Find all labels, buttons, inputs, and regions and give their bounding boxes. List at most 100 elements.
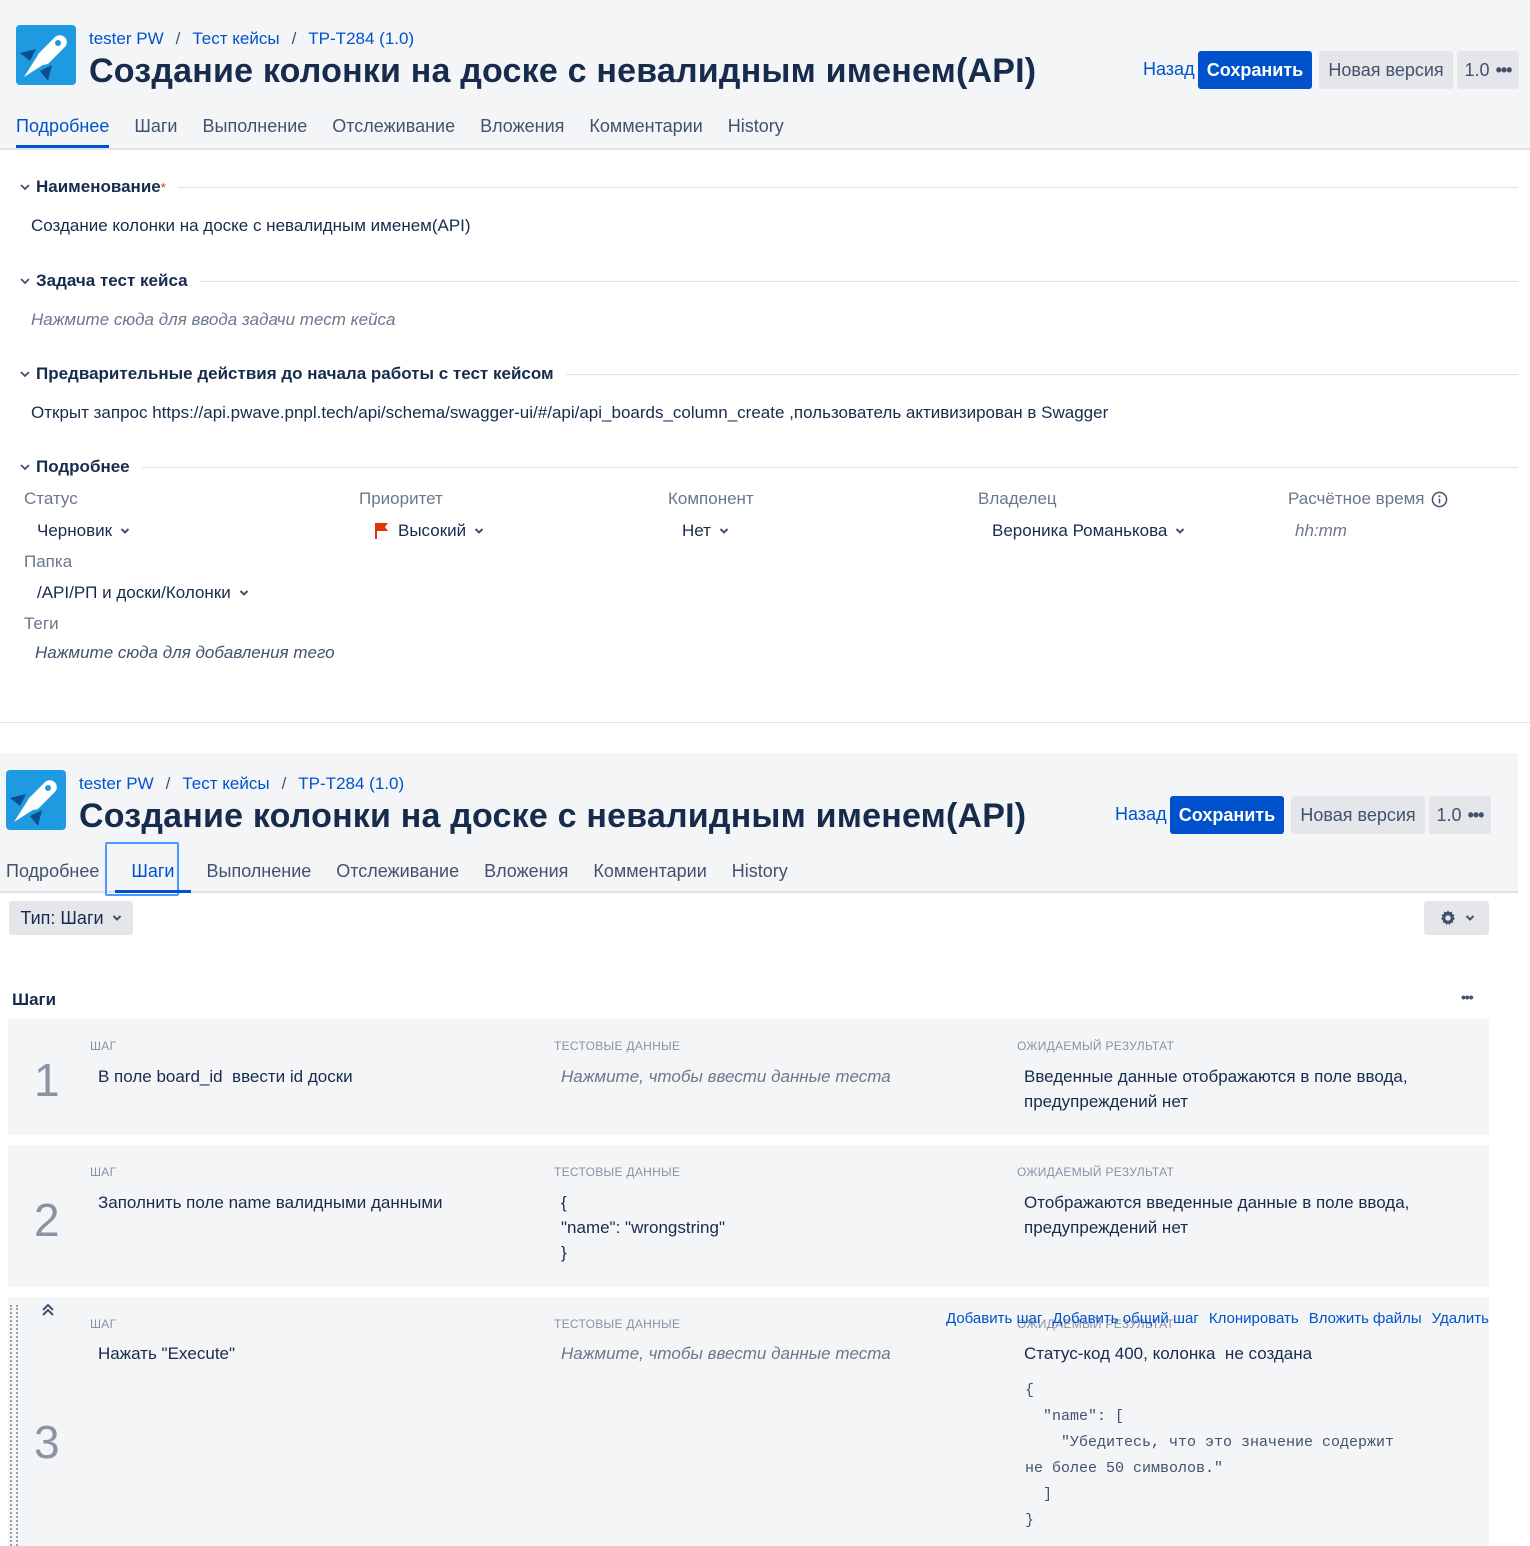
section-name-header[interactable]: Наименование *	[20, 177, 1518, 197]
tab-attachments[interactable]: Вложения	[480, 116, 564, 137]
tags-label: Теги	[24, 614, 59, 633]
test-data[interactable]: { "name": "wrongstring" }	[561, 1190, 725, 1265]
step-text[interactable]: Нажать "Execute"	[98, 1341, 235, 1366]
name-value[interactable]: Создание колонки на доске с невалидным и…	[31, 216, 471, 236]
section-precondition-header[interactable]: Предварительные действия до начала работ…	[20, 364, 1518, 384]
folder-dropdown[interactable]: /API/РП и доски/Колонки	[37, 583, 249, 603]
tab-steps[interactable]: Шаги	[115, 861, 191, 893]
step-text[interactable]: В поле board_id ввести id доски	[98, 1064, 353, 1089]
tab-execution[interactable]: Выполнение	[207, 861, 312, 882]
drag-handle[interactable]	[10, 1305, 12, 1546]
status-value: Черновик	[37, 521, 113, 540]
tab-tracking[interactable]: Отслеживание	[332, 116, 455, 137]
delete-link[interactable]: Удалить	[1432, 1310, 1489, 1327]
tab-tracking[interactable]: Отслеживание	[336, 861, 459, 882]
step-actions: Добавить шаг Добавить общий шаг Клониров…	[946, 1310, 1489, 1327]
chevron-down-icon	[20, 464, 30, 471]
clone-link[interactable]: Клонировать	[1209, 1310, 1299, 1327]
collapse-icon[interactable]	[40, 1302, 56, 1318]
col-data-label: ТЕСТОВЫЕ ДАННЫЕ	[554, 1039, 681, 1053]
divider	[565, 373, 1518, 375]
type-dropdown-label: Тип: Шаги	[20, 907, 104, 928]
folder-label: Папка	[24, 552, 73, 571]
type-dropdown[interactable]: Тип: Шаги	[9, 901, 133, 935]
col-result-label: ОЖИДАЕМЫЙ РЕЗУЛЬТАТ	[1017, 1165, 1175, 1179]
step-row[interactable]: 2 ШАГ ТЕСТОВЫЕ ДАННЫЕ ОЖИДАЕМЫЙ РЕЗУЛЬТА…	[8, 1145, 1489, 1287]
back-button[interactable]: Назад	[1115, 804, 1167, 825]
tab-bar: Подробнее Шаги Выполнение Отслеживание В…	[6, 861, 788, 893]
gear-icon	[1440, 910, 1455, 925]
steps-view: tester PW / Тест кейсы / TP-T284 (1.0) Созда…	[0, 753, 1530, 1546]
chevron-down-icon	[1176, 528, 1185, 534]
component-dropdown[interactable]: Нет	[682, 521, 729, 541]
expected-result[interactable]: Статус-код 400, колонка не создана	[1024, 1341, 1312, 1366]
priority-label: Приоритет	[359, 489, 443, 508]
add-step-link[interactable]: Добавить шаг	[946, 1310, 1042, 1327]
settings-dropdown[interactable]	[1424, 901, 1489, 935]
chevron-down-icon	[20, 371, 30, 378]
new-version-button[interactable]: Новая версия	[1319, 51, 1453, 89]
add-shared-step-link[interactable]: Добавить общий шаг	[1052, 1310, 1199, 1327]
version-menu-button[interactable]: 1.0 •••	[1457, 51, 1519, 89]
col-step-label: ШАГ	[90, 1317, 117, 1331]
expected-result[interactable]: Введенные данные отображаются в поле вво…	[1024, 1064, 1408, 1114]
section-task-header[interactable]: Задача тест кейса	[20, 271, 1518, 291]
component-label: Компонент	[668, 489, 754, 508]
col-step-label: ШАГ	[90, 1039, 117, 1053]
attach-files-link[interactable]: Вложить файлы	[1309, 1310, 1422, 1327]
breadcrumb-project[interactable]: tester PW	[89, 29, 164, 48]
priority-value: Высокий	[398, 521, 467, 540]
section-more-header[interactable]: Подробнее	[20, 457, 1518, 477]
steps-section-title: Шаги	[12, 990, 57, 1009]
owner-dropdown[interactable]: Вероника Романькова	[992, 521, 1185, 541]
chevron-down-icon	[20, 278, 30, 285]
tab-comments[interactable]: Комментарии	[593, 861, 706, 882]
tab-details[interactable]: Подробнее	[16, 116, 110, 148]
version-menu-button[interactable]: 1.0 •••	[1429, 796, 1491, 834]
tab-execution[interactable]: Выполнение	[203, 116, 308, 137]
col-data-label: ТЕСТОВЫЕ ДАННЫЕ	[554, 1317, 681, 1331]
step-row-selected[interactable]: 3 ШАГ ТЕСТОВЫЕ ДАННЫЕ ОЖИДАЕМЫЙ РЕЗУЛЬТА…	[8, 1297, 1489, 1546]
status-dropdown[interactable]: Черновик	[37, 521, 130, 541]
scrollbar[interactable]	[1518, 753, 1530, 1546]
save-button[interactable]: Сохранить	[1198, 51, 1312, 89]
tags-input[interactable]: Нажмите сюда для добавления тего	[35, 643, 343, 663]
tab-history[interactable]: History	[732, 861, 788, 882]
breadcrumb-key[interactable]: TP-T284 (1.0)	[298, 774, 404, 793]
save-button[interactable]: Сохранить	[1170, 796, 1284, 834]
tab-attachments[interactable]: Вложения	[484, 861, 568, 882]
details-view: tester PW / Тест кейсы / TP-T284 (1.0) Созда…	[0, 0, 1530, 722]
col-data-label: ТЕСТОВЫЕ ДАННЫЕ	[554, 1165, 681, 1179]
breadcrumb-section[interactable]: Тест кейсы	[182, 774, 269, 793]
step-row[interactable]: 1 ШАГ ТЕСТОВЫЕ ДАННЫЕ ОЖИДАЕМЫЙ РЕЗУЛЬТА…	[8, 1019, 1489, 1135]
chevron-down-icon	[719, 528, 729, 534]
expected-result[interactable]: Отображаются введенные данные в поле вво…	[1024, 1190, 1409, 1240]
estimate-label: Расчётное время	[1288, 489, 1425, 508]
breadcrumb-key[interactable]: TP-T284 (1.0)	[308, 29, 414, 48]
tab-comments[interactable]: Комментарии	[589, 116, 702, 137]
tab-steps[interactable]: Шаги	[134, 116, 177, 137]
breadcrumb-project[interactable]: tester PW	[79, 774, 154, 793]
back-button[interactable]: Назад	[1143, 59, 1195, 80]
breadcrumb: tester PW / Тест кейсы / TP-T284 (1.0)	[89, 29, 415, 48]
precondition-value[interactable]: Открыт запрос https://api.pwave.pnpl.tec…	[31, 403, 1108, 423]
folder-value: /API/РП и доски/Колонки	[37, 583, 231, 602]
more-icon[interactable]: •••	[1461, 989, 1474, 1005]
breadcrumb-section[interactable]: Тест кейсы	[192, 29, 279, 48]
col-result-label: ОЖИДАЕМЫЙ РЕЗУЛЬТАТ	[1017, 1039, 1175, 1053]
expected-result-code[interactable]: { "name": [ "Убедитесь, что это значение…	[1025, 1378, 1394, 1534]
tab-history[interactable]: History	[728, 116, 784, 137]
chevron-down-icon	[474, 528, 484, 534]
estimate-input[interactable]: hh:mm	[1295, 521, 1347, 541]
priority-dropdown[interactable]: Высокий	[374, 521, 484, 541]
task-input[interactable]: Нажмите сюда для ввода задачи тест кейса	[31, 310, 395, 330]
app-logo	[6, 770, 66, 830]
test-data-input[interactable]: Нажмите, чтобы ввести данные теста	[561, 1341, 891, 1366]
tab-details[interactable]: Подробнее	[6, 861, 99, 882]
version-label: 1.0	[1464, 59, 1490, 80]
info-icon[interactable]	[1431, 491, 1448, 508]
step-text[interactable]: Заполнить поле name валидными данными	[98, 1190, 443, 1215]
step-number: 1	[34, 1054, 60, 1106]
test-data-input[interactable]: Нажмите, чтобы ввести данные теста	[561, 1064, 891, 1089]
new-version-button[interactable]: Новая версия	[1291, 796, 1425, 834]
